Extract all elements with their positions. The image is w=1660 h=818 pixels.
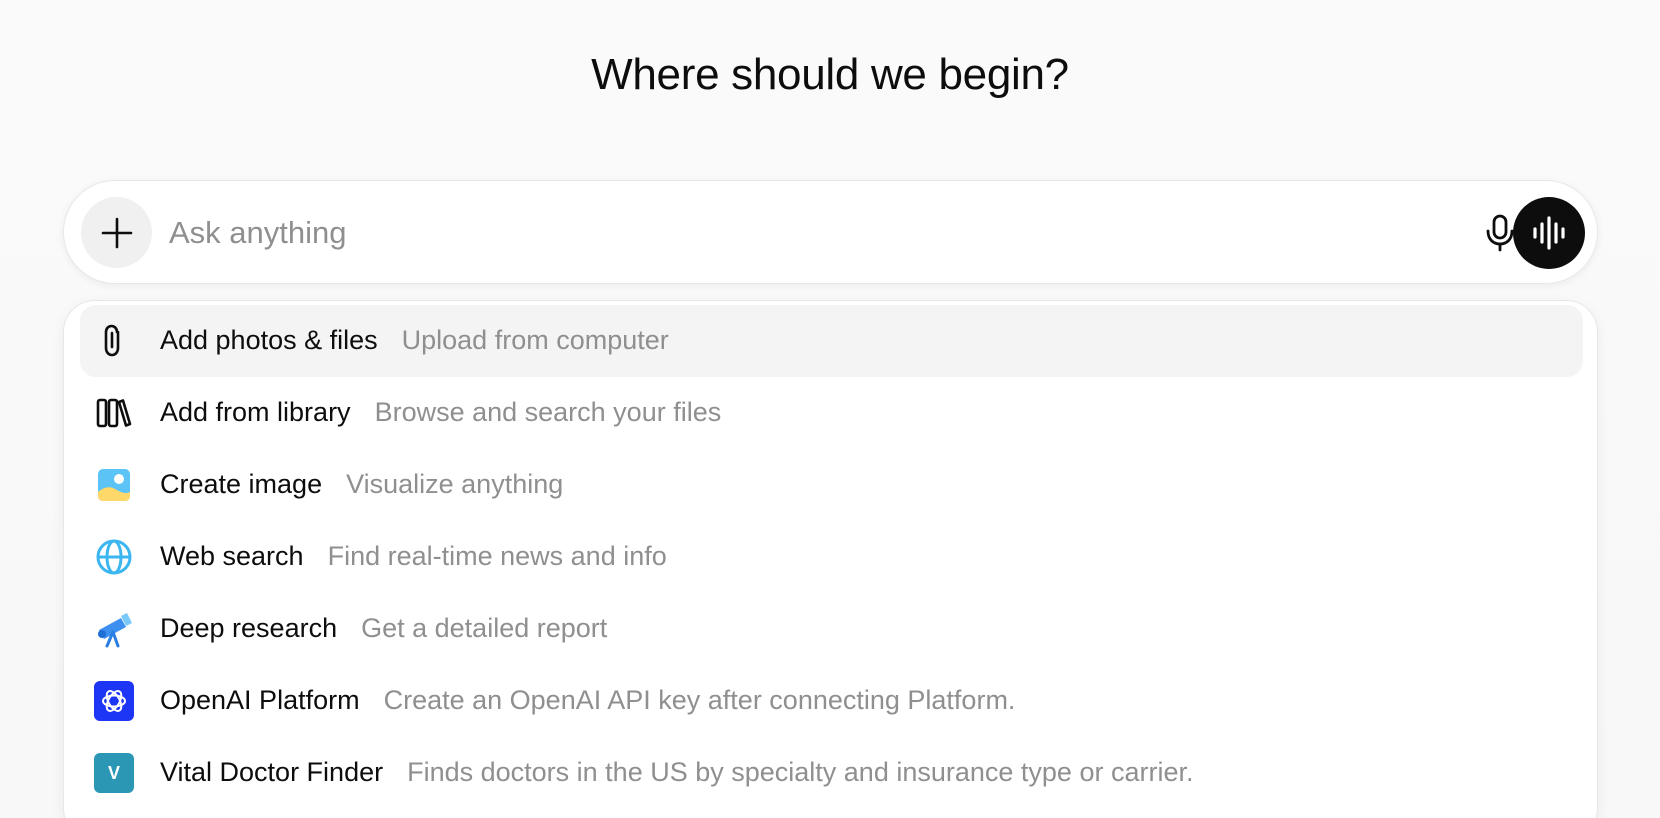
menu-item-label: Add from library [160, 397, 351, 427]
menu-item-description: Visualize anything [346, 469, 564, 499]
menu-item-deep-research[interactable]: Deep research Get a detailed report [80, 593, 1583, 665]
menu-item-label: Add photos & files [160, 325, 378, 355]
plus-icon [101, 217, 132, 248]
attachment-menu: Add photos & files Upload from computer … [63, 300, 1598, 818]
add-attachment-button[interactable] [81, 197, 152, 268]
menu-item-description: Browse and search your files [374, 397, 722, 427]
microphone-icon [1486, 214, 1514, 252]
menu-item-openai-platform[interactable]: OpenAI Platform Create an OpenAI API key… [80, 665, 1583, 737]
voice-mode-button[interactable] [1513, 197, 1585, 269]
prompt-input[interactable] [169, 205, 1439, 260]
openai-logo-icon [94, 681, 134, 721]
menu-item-add-photos-files[interactable]: Add photos & files Upload from computer [80, 305, 1583, 377]
menu-item-label: Deep research [160, 613, 338, 643]
menu-item-label: OpenAI Platform [160, 685, 360, 715]
menu-item-vital-doctor-finder[interactable]: V Vital Doctor Finder Finds doctors in t… [80, 737, 1583, 809]
menu-item-label: Create image [160, 469, 323, 499]
menu-item-description: Get a detailed report [361, 613, 608, 643]
page: Where should we begin? Ask anything Add … [0, 0, 1660, 818]
vital-badge-letter: V [94, 753, 134, 793]
menu-item-add-from-library[interactable]: Add from library Browse and search your … [80, 377, 1583, 449]
menu-item-description: Create an OpenAI API key after connectin… [383, 685, 1016, 715]
paperclip-icon [94, 321, 134, 361]
menu-item-description: Upload from computer [401, 325, 669, 355]
library-icon [94, 393, 134, 433]
image-icon [94, 465, 134, 505]
menu-item-web-search[interactable]: Web search Find real-time news and info [80, 521, 1583, 593]
globe-icon [94, 537, 134, 577]
menu-item-description: Find real-time news and info [327, 541, 667, 571]
menu-item-label: Vital Doctor Finder [160, 757, 384, 787]
telescope-icon [94, 609, 134, 649]
menu-item-label: Web search [160, 541, 304, 571]
vital-app-icon: V [94, 753, 134, 793]
voice-waveform-icon [1533, 216, 1565, 250]
page-title: Where should we begin? [591, 50, 1069, 99]
menu-item-create-image[interactable]: Create image Visualize anything [80, 449, 1583, 521]
menu-item-description: Finds doctors in the US by specialty and… [407, 757, 1194, 787]
composer [63, 180, 1598, 284]
